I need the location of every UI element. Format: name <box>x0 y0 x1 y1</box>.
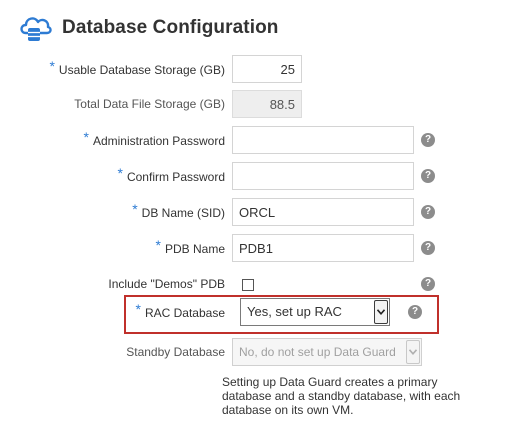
admin-password-label: * Administration Password <box>83 129 225 148</box>
standby-database-select: No, do not set up Data Guard <box>232 338 422 366</box>
pdb-name-row: *PDB Name ? <box>0 234 505 262</box>
db-name-input[interactable] <box>232 198 414 226</box>
total-storage-label: Total Data File Storage (GB) <box>74 97 225 111</box>
standby-database-selected: No, do not set up Data Guard <box>239 345 396 359</box>
usable-storage-row: * Usable Database Storage (GB) <box>0 55 505 83</box>
include-demos-row: Include "Demos" PDB ? <box>0 270 505 298</box>
required-marker: * <box>83 129 89 145</box>
data-guard-note: Setting up Data Guard creates a primary … <box>222 375 461 417</box>
total-storage-row: Total Data File Storage (GB) <box>0 90 505 118</box>
required-marker: * <box>117 165 123 181</box>
rac-database-select[interactable]: Yes, set up RAC <box>240 298 390 326</box>
help-icon[interactable]: ? <box>421 169 435 183</box>
confirm-password-row: * Confirm Password ? <box>0 162 505 190</box>
cloud-database-icon <box>20 17 52 41</box>
required-marker: * <box>49 58 55 74</box>
usable-storage-input[interactable] <box>232 55 302 83</box>
admin-password-row: * Administration Password ? <box>0 126 505 154</box>
rac-database-selected: Yes, set up RAC <box>247 304 342 319</box>
usable-storage-label: * Usable Database Storage (GB) <box>49 58 225 77</box>
required-marker: * <box>132 201 138 217</box>
db-name-row: *DB Name (SID) ? <box>0 198 505 226</box>
include-demos-checkbox[interactable] <box>242 279 254 291</box>
help-icon[interactable]: ? <box>421 133 435 147</box>
total-storage-field <box>232 90 302 118</box>
help-icon[interactable]: ? <box>421 205 435 219</box>
standby-database-label: Standby Database <box>126 345 225 359</box>
help-icon[interactable]: ? <box>408 305 422 319</box>
pdb-name-input[interactable] <box>232 234 414 262</box>
confirm-password-label: * Confirm Password <box>117 165 225 184</box>
standby-database-row: Standby Database No, do not set up Data … <box>0 338 505 366</box>
required-marker: * <box>135 301 141 317</box>
required-marker: * <box>155 237 161 253</box>
confirm-password-input[interactable] <box>232 162 414 190</box>
db-name-label: * DB Name (SID) <box>132 201 225 220</box>
chevron-down-icon <box>406 340 420 364</box>
help-icon[interactable]: ? <box>421 241 435 255</box>
page-header: Database Configuration <box>18 12 279 44</box>
pdb-name-label: * PDB Name <box>155 237 225 256</box>
admin-password-input[interactable] <box>232 126 414 154</box>
rac-database-row: * RAC Database Yes, set up RAC ? <box>0 298 505 326</box>
help-icon[interactable]: ? <box>421 277 435 291</box>
rac-database-label: * RAC Database <box>135 301 226 320</box>
include-demos-label: Include "Demos" PDB <box>108 277 225 291</box>
chevron-down-icon[interactable] <box>374 300 388 324</box>
page-title: Database Configuration <box>62 17 279 38</box>
